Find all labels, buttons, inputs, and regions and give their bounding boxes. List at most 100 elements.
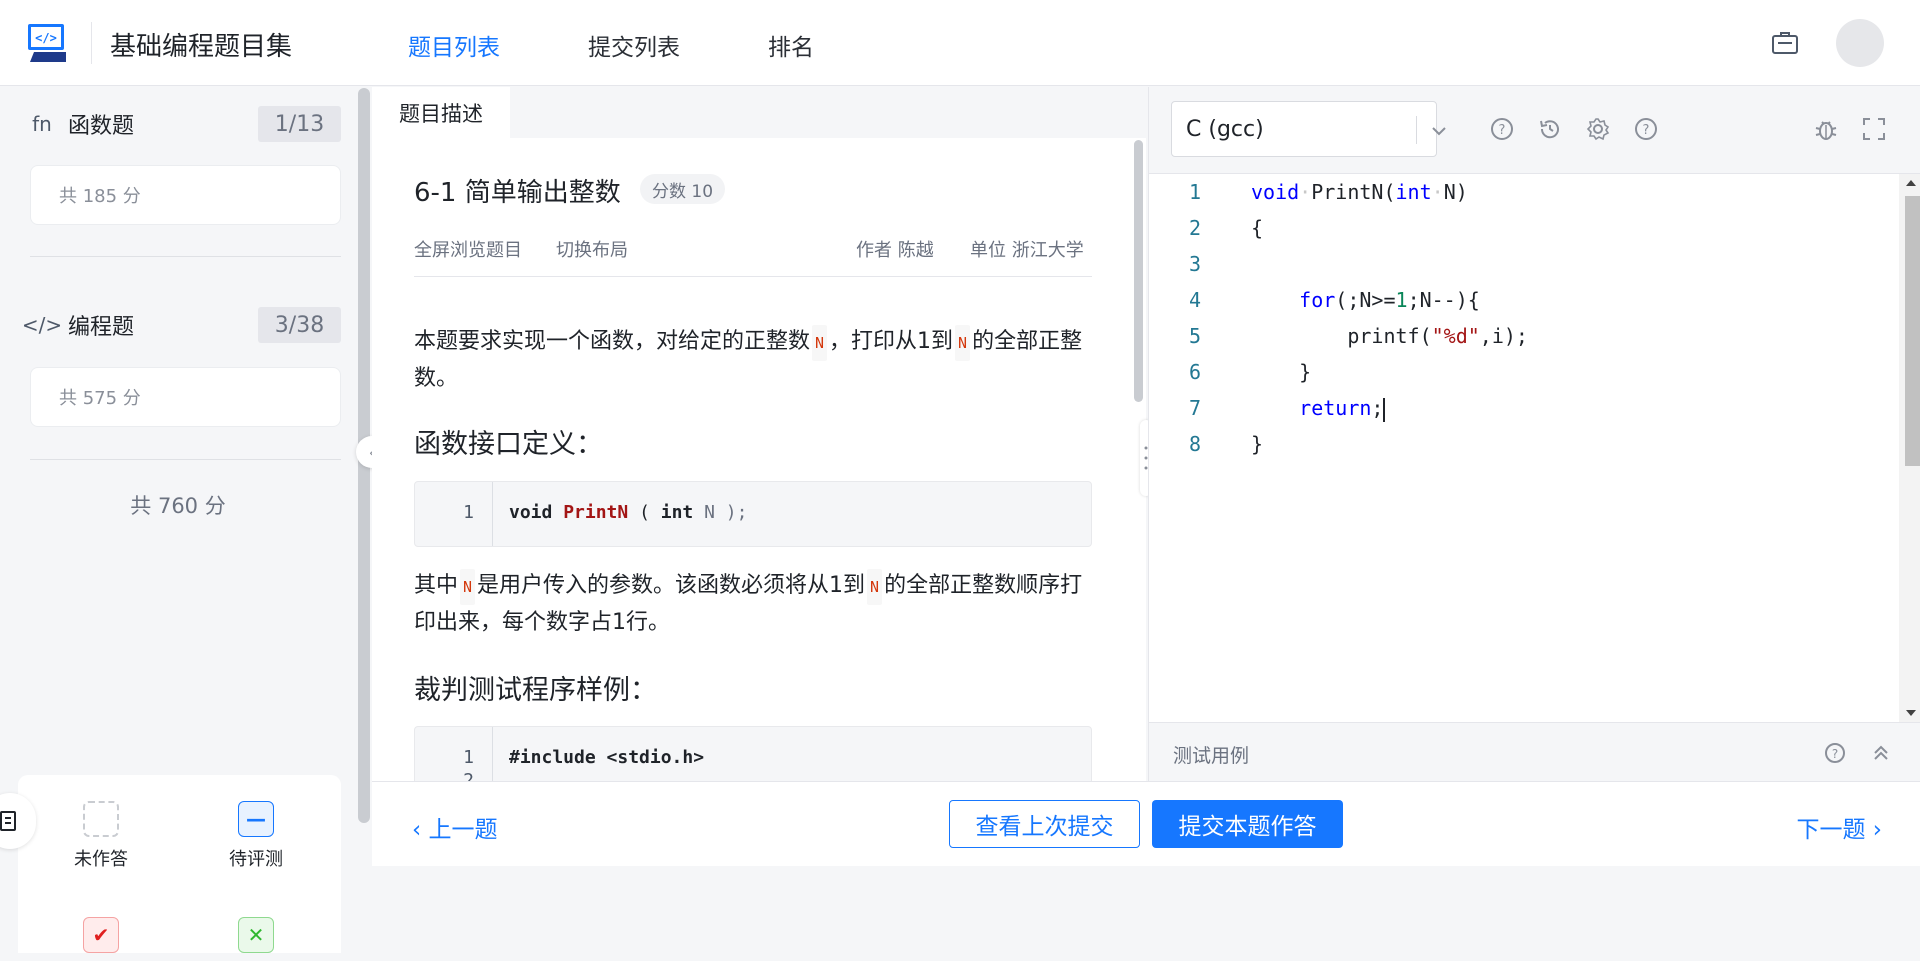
line-number: 5 bbox=[1188, 324, 1201, 348]
problem-description: 6-1 简单输出整数 分数 10 全屏浏览题目 切换布局 作者 陈越 单位 浙江… bbox=[372, 138, 1146, 781]
meta-divider bbox=[414, 276, 1092, 277]
sidebar: fn 函数题 1/13 共 185 分 </> 编程题 3/38 共 575 分… bbox=[0, 87, 356, 953]
help-icon[interactable]: ? bbox=[1489, 116, 1515, 142]
section-programming-label: 编程题 bbox=[68, 315, 135, 340]
next-problem-button[interactable]: 下一题 › bbox=[1796, 810, 1882, 844]
inline-code: N bbox=[867, 569, 883, 605]
legend-correct: ✔ bbox=[46, 917, 156, 961]
testcase-label: 测试用例 bbox=[1173, 745, 1250, 767]
problem-title: 6-1 简单输出整数 bbox=[414, 178, 621, 208]
code-text: { bbox=[1251, 216, 1264, 240]
code-text: void·PrintN(int·N) bbox=[1251, 180, 1468, 204]
code-line: 8} bbox=[1149, 426, 1899, 462]
chevron-double-up-icon[interactable] bbox=[1869, 741, 1893, 765]
section-programming-score[interactable]: 共 575 分 bbox=[30, 367, 341, 427]
nav-ranking[interactable]: 排名 bbox=[768, 28, 814, 62]
section-function-score[interactable]: 共 185 分 bbox=[30, 165, 341, 225]
code-text: } bbox=[1251, 360, 1312, 384]
top-bar: </> 基础编程题目集 题目列表 提交列表 排名 bbox=[0, 0, 1920, 86]
legend-wrong: ✕ bbox=[201, 917, 311, 961]
panel-icon bbox=[0, 811, 16, 831]
submit-answer-button[interactable]: 提交本题作答 bbox=[1152, 800, 1343, 848]
switch-layout-link[interactable]: 切换布局 bbox=[556, 236, 628, 262]
code-text: return; bbox=[1299, 396, 1386, 422]
line-number: 4 bbox=[1188, 288, 1201, 312]
unanswered-icon bbox=[83, 801, 119, 837]
editor-scroll-thumb[interactable] bbox=[1905, 196, 1920, 466]
code-editor[interactable]: 1 void·PrintN(int·N) 2 { 3 4 for(;N>=1;N--… bbox=[1149, 174, 1899, 722]
heading-interface: 函数接口定义： bbox=[414, 429, 603, 460]
fullscreen-icon[interactable] bbox=[1861, 116, 1887, 142]
text: 本题要求实现一个函数，对给定的正整数 bbox=[414, 329, 811, 354]
text-cursor bbox=[1383, 397, 1386, 422]
nav-submission-list[interactable]: 提交列表 bbox=[588, 28, 680, 62]
svg-text:?: ? bbox=[1832, 747, 1838, 761]
code-text: for(;N>=1;N--){ bbox=[1299, 288, 1480, 312]
divider bbox=[30, 256, 341, 257]
prev-problem-button[interactable]: ‹ 上一题 bbox=[412, 810, 498, 844]
gear-icon[interactable] bbox=[1585, 116, 1611, 142]
line-number: 2 bbox=[1188, 216, 1201, 240]
code-line: 5 printf("%d",i); bbox=[1149, 318, 1899, 354]
nav-problem-list[interactable]: 题目列表 bbox=[408, 28, 500, 62]
problem-paragraph-1: 本题要求实现一个函数，对给定的正整数 N ，打印从1到 N 的全部正整数。 bbox=[414, 324, 1094, 397]
code-block-sample: 1 2 #include <stdio.h> bbox=[414, 726, 1092, 781]
bottom-action-bar: ‹ 上一题 查看上次提交 提交本题作答 下一题 › bbox=[372, 781, 1920, 866]
select-separator bbox=[1416, 116, 1417, 144]
debug-icon[interactable] bbox=[1813, 116, 1839, 142]
check-icon: ✔ bbox=[83, 917, 119, 953]
chevron-left-icon: ‹ bbox=[412, 817, 429, 843]
briefcase-icon[interactable] bbox=[1770, 28, 1800, 58]
code-punct: ( bbox=[628, 502, 661, 523]
legend-pending-label: 待评测 bbox=[229, 849, 283, 870]
help-icon[interactable]: ? bbox=[1823, 741, 1847, 765]
pending-icon: — bbox=[238, 801, 274, 837]
section-function-header[interactable]: fn 函数题 bbox=[28, 106, 134, 142]
line-number: 7 bbox=[1188, 396, 1201, 420]
legend-unanswered: 未作答 bbox=[46, 801, 156, 871]
line-number: 8 bbox=[1188, 432, 1201, 456]
code-line: 7 return; bbox=[1149, 390, 1899, 426]
avatar[interactable] bbox=[1836, 19, 1884, 67]
fullscreen-link[interactable]: 全屏浏览题目 bbox=[414, 236, 522, 262]
chevron-right-icon: › bbox=[1865, 817, 1882, 843]
testcase-bar[interactable]: 测试用例 ? bbox=[1149, 722, 1920, 781]
code-keyword: void bbox=[509, 502, 553, 523]
editor-scrollbar[interactable] bbox=[1899, 174, 1920, 722]
chevron-down-icon bbox=[1432, 127, 1446, 136]
language-select[interactable]: C (gcc) bbox=[1171, 101, 1446, 157]
section-programming-header[interactable]: </> 编程题 bbox=[22, 307, 135, 343]
svg-text:?: ? bbox=[1643, 123, 1650, 138]
section-function-label: 函数题 bbox=[68, 114, 135, 139]
line-number: 3 bbox=[1188, 252, 1201, 276]
line-number: 1 bbox=[1188, 180, 1201, 204]
problem-scrollbar[interactable] bbox=[1134, 140, 1143, 402]
app-title: 基础编程题目集 bbox=[110, 32, 293, 62]
code-punct: N ); bbox=[693, 502, 748, 523]
section-programming-count: 3/38 bbox=[258, 307, 341, 343]
total-score: 共 760 分 bbox=[130, 494, 226, 518]
help-icon[interactable]: ? bbox=[1633, 116, 1659, 142]
text: 其中 bbox=[414, 573, 459, 598]
logo-divider bbox=[91, 22, 92, 64]
tab-problem-description[interactable]: 题目描述 bbox=[372, 87, 510, 138]
organization: 单位 浙江大学 bbox=[970, 240, 1084, 261]
history-icon[interactable] bbox=[1537, 116, 1563, 142]
code-text: } bbox=[1251, 432, 1264, 456]
code-line-number: 1 bbox=[415, 482, 493, 546]
inline-code: N bbox=[955, 325, 971, 361]
language-select-value: C (gcc) bbox=[1186, 116, 1264, 142]
code-line: 3 bbox=[1149, 246, 1899, 282]
code-source: void PrintN ( int N ); bbox=[509, 502, 747, 523]
code-line: 6 } bbox=[1149, 354, 1899, 390]
cross-icon: ✕ bbox=[238, 917, 274, 953]
app-logo-icon[interactable]: </> bbox=[26, 22, 70, 64]
arrow-up-icon[interactable] bbox=[1905, 178, 1917, 188]
code-line: 1 void·PrintN(int·N) bbox=[1149, 174, 1899, 210]
arrow-down-icon[interactable] bbox=[1905, 708, 1917, 718]
code-line: 4 for(;N>=1;N--){ bbox=[1149, 282, 1899, 318]
editor-toolbar: C (gcc) ? ? bbox=[1149, 87, 1920, 174]
section-function-count: 1/13 bbox=[258, 106, 341, 142]
code-source: #include <stdio.h> bbox=[509, 747, 705, 768]
view-last-submission-button[interactable]: 查看上次提交 bbox=[949, 800, 1140, 848]
